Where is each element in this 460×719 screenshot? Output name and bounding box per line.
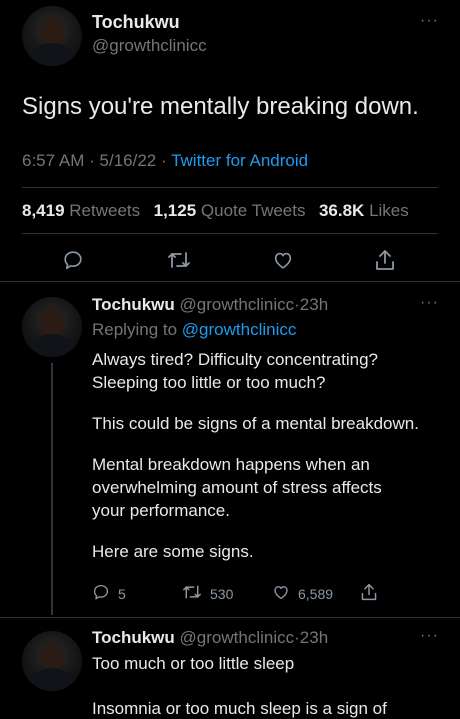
replying-to: Replying to @growthclinicc [92,320,296,340]
divider [0,617,460,618]
reply-paragraph: Here are some signs. [92,542,254,561]
likes-stat[interactable]: 36.8K Likes [319,201,409,220]
meta-separator: · [160,151,167,170]
like-count: 6,589 [298,585,334,602]
tweet-date[interactable]: 5/16/22 [100,151,157,170]
avatar[interactable] [22,297,82,357]
tweet-text: Signs you're mentally breaking down. [22,93,419,120]
divider [22,187,438,188]
reply-paragraph: This could be signs of a mental breakdow… [92,414,419,433]
thread-line [51,363,53,615]
retweet-icon[interactable] [167,249,191,271]
author-name[interactable]: Tochukwu [92,628,175,647]
retweet-icon [182,583,202,604]
more-icon[interactable]: ··· [420,294,439,312]
avatar[interactable] [22,631,82,691]
author-name[interactable]: Tochukwu [92,295,175,314]
reply-count: 5 [118,585,126,602]
reply-action[interactable]: 5 [92,583,126,604]
author-handle[interactable]: @growthclinicc [180,628,295,647]
avatar[interactable] [22,6,82,66]
share-icon[interactable] [374,248,396,272]
divider [0,281,460,282]
like-icon [272,583,290,604]
retweet-count: 530 [210,585,234,602]
more-icon[interactable]: ··· [420,627,439,645]
tweet-client[interactable]: Twitter for Android [171,151,308,170]
reply2-header: Tochukwu @growthclinicc·23h [92,628,328,648]
quotes-count: 1,125 [153,201,197,220]
meta-separator: · [89,151,95,170]
likes-label: Likes [369,201,409,220]
reply2-line: Too much or too little sleep [92,654,295,673]
reply2-line: Insomnia or too much sleep is a sign of [92,699,387,718]
retweets-stat[interactable]: 8,419 Retweets [22,201,140,220]
author-name[interactable]: Tochukwu [92,12,180,33]
retweets-label: Retweets [69,201,141,220]
reply-age[interactable]: 23h [300,295,328,314]
reply1-body: Always tired? Difficulty concentrating? … [92,348,442,581]
author-handle[interactable]: @growthclinicc [92,36,207,56]
replying-handle[interactable]: @growthclinicc [182,320,297,339]
reply-paragraph: Always tired? Difficulty concentrating? … [92,350,378,392]
tweet-meta: 6:57 AM · 5/16/22 · Twitter for Android [22,151,308,171]
share-icon[interactable] [360,582,378,607]
like-icon[interactable] [272,249,294,271]
retweet-action[interactable]: 530 [182,583,233,604]
reply1-header: Tochukwu @growthclinicc·23h [92,295,328,315]
likes-count: 36.8K [318,201,365,220]
replying-prefix: Replying to [92,320,178,339]
tweet-stats: 8,419 Retweets 1,125 Quote Tweets 36.8K … [22,201,409,221]
reply-paragraph: Mental breakdown happens when an overwhe… [92,455,382,520]
reply-icon [92,583,110,604]
more-icon[interactable]: ··· [420,12,439,30]
quotes-label: Quote Tweets [200,201,306,220]
reply-icon[interactable] [62,249,84,271]
like-action[interactable]: 6,589 [272,583,333,604]
retweets-count: 8,419 [22,201,65,220]
divider [22,233,438,234]
author-handle[interactable]: @growthclinicc [180,295,295,314]
reply-age[interactable]: 23h [300,628,328,647]
tweet-time[interactable]: 6:57 AM [22,151,84,170]
quotes-stat[interactable]: 1,125 Quote Tweets [154,201,306,220]
